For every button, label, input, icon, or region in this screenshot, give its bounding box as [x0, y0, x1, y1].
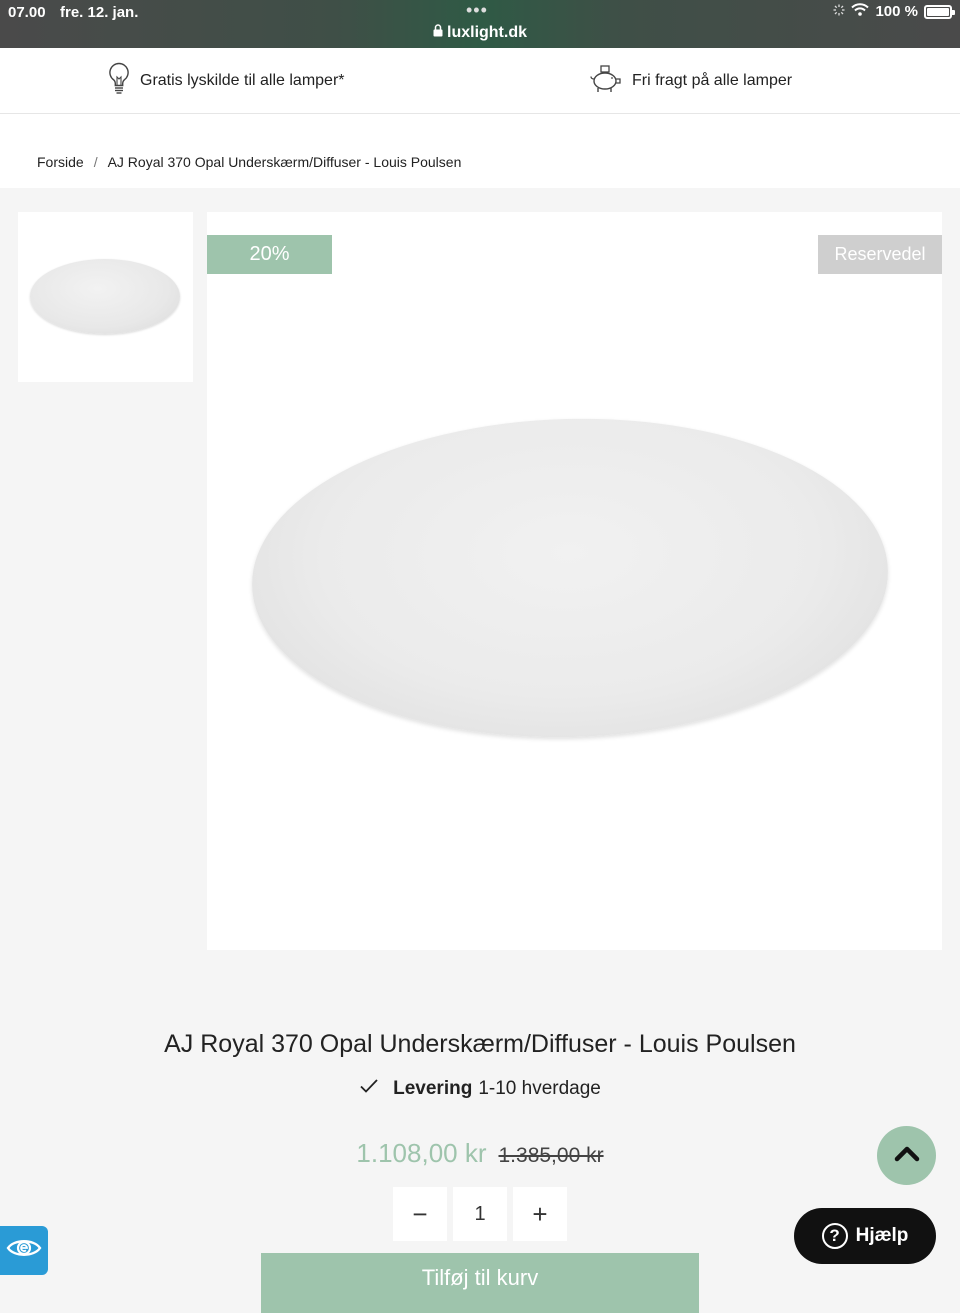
eye-icon	[6, 1237, 42, 1264]
breadcrumb-home-link[interactable]: Forside	[37, 154, 84, 170]
breadcrumb: Forside / AJ Royal 370 Opal Underskærm/D…	[37, 154, 461, 170]
breadcrumb-current: AJ Royal 370 Opal Underskærm/Diffuser - …	[107, 154, 462, 170]
delivery-label: Levering	[393, 1078, 473, 1099]
status-time: 07.00	[8, 4, 46, 21]
scroll-to-top-button[interactable]	[877, 1126, 936, 1185]
status-date: fre. 12. jan.	[60, 4, 139, 21]
delivery-info: Levering 1-10 hverdage	[0, 1078, 960, 1100]
battery-icon	[924, 4, 955, 19]
quantity-increase-button[interactable]: +	[513, 1187, 567, 1241]
chevron-up-icon	[894, 1144, 920, 1167]
category-badge: Reservedel	[818, 235, 942, 274]
current-price: 1.108,00 kr	[356, 1138, 487, 1168]
usp-free-lightsource: Gratis lyskilde til alle lamper*	[108, 48, 345, 114]
activity-icon	[833, 3, 845, 20]
checkmark-icon	[359, 1078, 393, 1100]
usp-label: Fri fragt på alle lamper	[632, 72, 793, 89]
usp-label: Gratis lyskilde til alle lamper*	[140, 72, 345, 89]
status-bar: 07.00 fre. 12. jan. ••• luxlight.dk 100 …	[0, 0, 960, 48]
address-bar[interactable]: luxlight.dk	[0, 24, 960, 42]
help-button[interactable]: ? Hjælp	[794, 1208, 936, 1264]
add-to-cart-button[interactable]: Tilføj til kurv	[261, 1253, 699, 1313]
usp-strip: Gratis lyskilde til alle lamper* Fri fra…	[0, 48, 960, 114]
status-indicators: 100 %	[833, 3, 955, 20]
battery-percent: 100 %	[875, 3, 918, 20]
usp-free-shipping: Fri fragt på alle lamper	[590, 48, 792, 114]
diffuser-image	[247, 410, 893, 746]
quantity-stepper: − 1 +	[393, 1187, 567, 1241]
quantity-decrease-button[interactable]: −	[393, 1187, 447, 1241]
product-main-image[interactable]	[207, 212, 942, 950]
question-icon: ?	[821, 1223, 848, 1249]
delivery-value: 1-10 hverdage	[478, 1078, 601, 1099]
lightbulb-icon	[108, 62, 140, 101]
price-row: 1.108,00 kr 1.385,00 kr	[0, 1138, 960, 1169]
wifi-icon	[851, 3, 870, 20]
original-price: 1.385,00 kr	[498, 1144, 604, 1167]
browser-dots[interactable]: •••	[466, 0, 488, 21]
accessibility-button[interactable]	[0, 1226, 48, 1275]
lock-icon	[433, 24, 443, 42]
help-label: Hjælp	[855, 1225, 909, 1246]
product-thumbnail[interactable]	[18, 212, 193, 382]
breadcrumb-bar: Forside / AJ Royal 370 Opal Underskærm/D…	[0, 114, 960, 188]
piggy-bank-icon	[590, 64, 632, 99]
product-title: AJ Royal 370 Opal Underskærm/Diffuser - …	[164, 1030, 796, 1058]
discount-badge: 20%	[207, 235, 332, 274]
breadcrumb-separator: /	[93, 154, 98, 170]
url-text: luxlight.dk	[447, 24, 527, 41]
diffuser-thumbnail-image	[30, 259, 180, 334]
quantity-input[interactable]: 1	[453, 1187, 507, 1241]
